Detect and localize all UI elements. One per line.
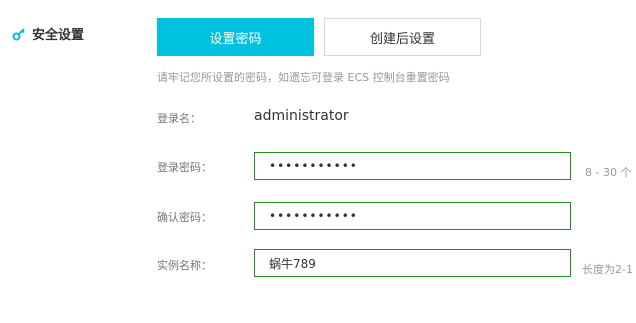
section-title-label: 安全设置 — [32, 28, 85, 43]
key-icon — [12, 27, 26, 41]
section-title-security: 安全设置 — [12, 24, 84, 43]
password-mode-tabs: 设置密码 创建后设置 — [157, 18, 481, 56]
password-rule-hint: 8 - 30 个 — [585, 166, 632, 179]
instance-name-label: 实例名称： — [157, 259, 212, 272]
password-reminder-hint: 请牢记您所设置的密码，如遗忘可登录 ECS 控制台重置密码 — [157, 71, 450, 84]
confirm-password-label: 确认密码： — [157, 211, 212, 224]
instance-name-field[interactable] — [254, 249, 571, 277]
password-label: 登录密码： — [157, 161, 212, 174]
confirm-password-field[interactable] — [254, 202, 571, 230]
login-name-value: administrator — [254, 108, 349, 124]
instance-name-rule-hint: 长度为2-1 — [582, 263, 633, 276]
tab-set-password[interactable]: 设置密码 — [157, 18, 314, 56]
password-field[interactable] — [254, 152, 571, 180]
login-name-label: 登录名： — [157, 112, 201, 125]
tab-set-after-creation[interactable]: 创建后设置 — [324, 18, 481, 56]
